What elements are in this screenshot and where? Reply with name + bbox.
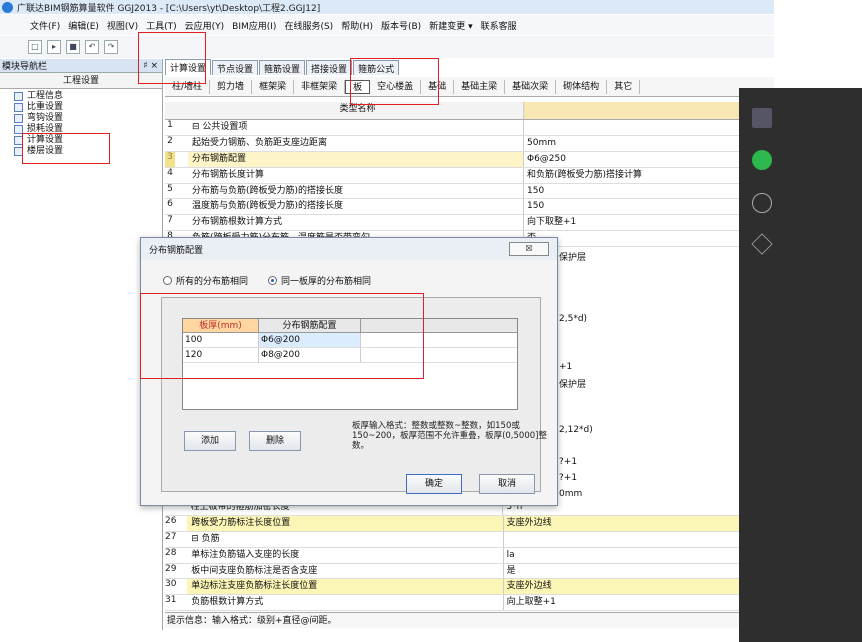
grid-bottom-rows: 柱上板带的箍筋加密长度 3*h 26 跨板受力筋标注长度位置 支座外边线 27 ⊟ 负筋… — [165, 500, 739, 612]
menu-tools[interactable]: 工具(T) — [146, 19, 177, 32]
table-row[interactable]: 6 温度筋与负筋(跨板受力筋)的搭接长度 150 — [165, 199, 774, 216]
redo-icon[interactable]: ↷ — [104, 40, 118, 54]
component-subtabs: 柱/墙柱 剪力墙 框架梁 非框架梁 板 空心楼盖 基础 基础主梁 基础次梁 砌体… — [165, 77, 774, 97]
menu-bim[interactable]: BIM应用(I) — [232, 19, 276, 32]
new-file-icon[interactable]: □ — [28, 40, 42, 54]
nav-item-project-info[interactable]: 工程信息 — [14, 91, 162, 102]
annotation-box — [350, 58, 439, 105]
menu-bar: 文件(F) 编辑(E) 视图(V) 工具(T) 云应用(Y) BIM应用(I) … — [0, 15, 774, 35]
annotation-box — [140, 293, 424, 379]
save-icon[interactable]: ■ — [66, 40, 80, 54]
avatar[interactable] — [752, 108, 772, 128]
table-row[interactable]: 28 单标注负筋锚入支座的长度 la — [165, 547, 739, 564]
menu-view[interactable]: 视图(V) — [107, 19, 138, 32]
nav-item-label: 工程信息 — [27, 91, 64, 101]
table-row[interactable]: 29 板中间支座负筋标注是否含支座是 — [165, 563, 739, 580]
nav-item-density[interactable]: 比重设置 — [14, 102, 162, 113]
table-row[interactable]: 27 ⊟ 负筋 — [165, 531, 739, 548]
radio-group: 所有的分布筋相同 同一板厚的分布筋相同 — [141, 260, 557, 287]
close-icon[interactable]: ☒ — [509, 242, 549, 256]
menu-file[interactable]: 文件(F) — [30, 19, 60, 32]
partial-value: +1 — [559, 362, 573, 372]
table-row[interactable]: 31 负筋根数计算方式 向上取整+1 — [165, 595, 739, 612]
menu-version[interactable]: 版本号(B) — [381, 19, 421, 32]
radio-icon — [163, 276, 172, 285]
annotation-box — [22, 133, 110, 164]
density-icon — [14, 103, 23, 112]
menu-edit[interactable]: 编辑(E) — [68, 19, 99, 32]
nav-item-hook[interactable]: 弯钩设置 — [14, 113, 162, 124]
add-button[interactable]: 添加 — [184, 431, 236, 451]
delete-button[interactable]: 删除 — [249, 431, 301, 451]
dialog-title: 分布钢筋配置 — [149, 245, 204, 256]
subtab-nonframe-beam[interactable]: 非框架梁 — [294, 79, 346, 94]
subtab-masonry[interactable]: 砌体结构 — [556, 79, 608, 94]
table-row[interactable]: 4 分布钢筋长度计算 和负筋(跨板受力筋)搭接计算 — [165, 167, 774, 184]
partial-value: ?+1 — [559, 473, 578, 483]
dialog-titlebar: 分布钢筋配置 ☒ — [141, 238, 557, 260]
table-row[interactable]: 1 ⊟ 公共设置项 — [165, 120, 774, 136]
toolbar: □ ▸ ■ ↶ ↷ — [0, 36, 774, 58]
radio-selected-icon — [268, 276, 278, 285]
grid-header: 类型名称 — [165, 102, 774, 120]
window-titlebar: 广联达BIM钢筋算量软件 GGJ2013 - [C:\Users\yt\Desk… — [0, 0, 774, 14]
subtab-shear-wall[interactable]: 剪力墙 — [210, 79, 253, 94]
table-row[interactable]: 26 跨板受力筋标注长度位置 支座外边线 — [165, 515, 739, 532]
table-row-selected[interactable]: 3 分布钢筋配置 Φ6@250 — [165, 151, 774, 168]
table-row[interactable]: 5 分布筋与负筋(跨板受力筋)的搭接长度 150 — [165, 183, 774, 200]
tab-node-settings[interactable]: 节点设置 — [212, 60, 259, 75]
nav-item-label: 弯钩设置 — [27, 113, 64, 123]
radio-same-thickness[interactable]: 同一板厚的分布筋相同 — [268, 274, 371, 287]
nav-header-title: 模块导航栏 — [2, 62, 48, 72]
partial-value: 2,12*d) — [559, 425, 593, 435]
partial-value: 保护层 — [559, 380, 587, 390]
tab-lap-settings[interactable]: 搭接设置 — [306, 60, 353, 75]
menu-contact[interactable]: 联系客服 — [481, 19, 517, 32]
subtab-other[interactable]: 其它 — [607, 79, 641, 94]
open-folder-icon[interactable]: ▸ — [47, 40, 61, 54]
menu-new-change[interactable]: 新建变更 ▾ — [429, 19, 472, 32]
window-title: 广联达BIM钢筋算量软件 GGJ2013 - [C:\Users\yt\Desk… — [17, 3, 321, 14]
menu-help[interactable]: 帮助(H) — [341, 19, 373, 32]
radio-all-same[interactable]: 所有的分布筋相同 — [163, 274, 248, 287]
status-bar: 提示信息：输入格式：级别+直径@间距。 — [165, 612, 774, 628]
settings-tabs: 计算设置 节点设置 箍筋设置 搭接设置 箍筋公式 — [165, 59, 774, 75]
annotation-box — [138, 32, 206, 84]
hook-icon — [14, 114, 23, 123]
menu-online[interactable]: 在线服务(S) — [284, 19, 333, 32]
radio-label: 同一板厚的分布筋相同 — [281, 277, 372, 287]
tab-stirrup-settings[interactable]: 箍筋设置 — [259, 60, 306, 75]
chat-side-panel — [739, 88, 862, 642]
undo-icon[interactable]: ↶ — [85, 40, 99, 54]
menu-cloud[interactable]: 云应用(Y) — [185, 19, 225, 32]
app-logo-icon — [2, 1, 13, 13]
subtab-foundation-main-beam[interactable]: 基础主梁 — [454, 79, 506, 94]
table-row[interactable]: 7 分布钢筋根数计算方式 向下取整+1 — [165, 215, 774, 232]
ok-button[interactable]: 确定 — [406, 474, 462, 494]
contacts-icon[interactable] — [752, 193, 772, 213]
subtab-foundation-secondary-beam[interactable]: 基础次梁 — [505, 79, 557, 94]
table-row[interactable]: 30 单边标注支座负筋标注长度位置 支座外边线 — [165, 579, 739, 596]
subtab-frame-beam[interactable]: 框架梁 — [252, 79, 295, 94]
nav-item-label: 比重设置 — [27, 102, 64, 112]
info-icon — [14, 92, 23, 101]
partial-value: 2,5*d) — [559, 314, 588, 324]
partial-value: ?+1 — [559, 457, 578, 467]
cancel-button[interactable]: 取消 — [479, 474, 535, 494]
chat-icon[interactable] — [752, 150, 772, 170]
partial-value: 保护层 — [559, 253, 587, 263]
radio-label: 所有的分布筋相同 — [176, 277, 249, 287]
partial-value: 0mm — [559, 489, 583, 499]
format-hint: 板厚输入格式：整数或整数~整数，如150或150~200，板厚范围不允许重叠，板… — [352, 421, 547, 451]
table-row[interactable]: 2 起始受力钢筋、负筋距支座边距离 50mm — [165, 135, 774, 152]
